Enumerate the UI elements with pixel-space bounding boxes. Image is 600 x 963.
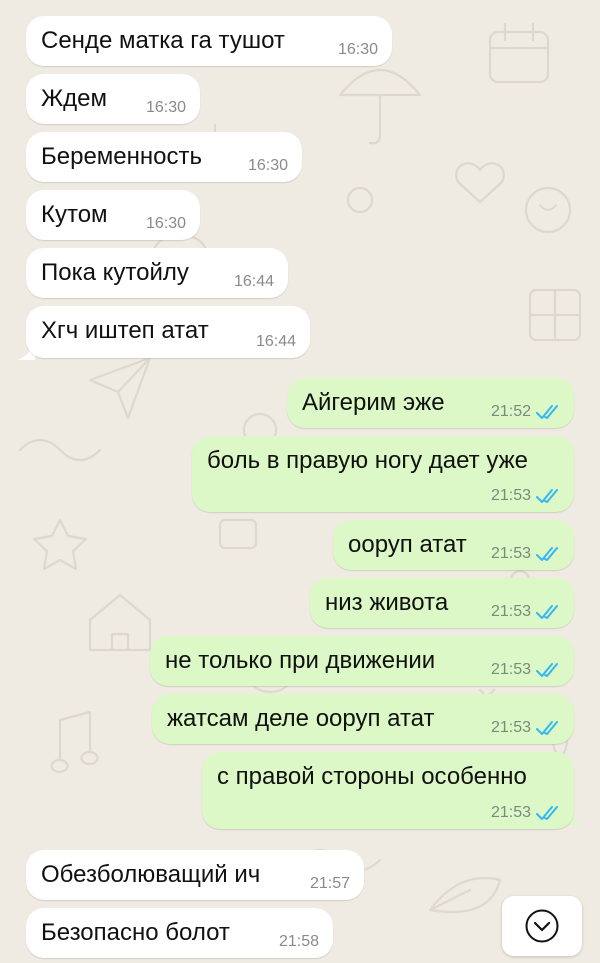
message-time: 16:30 <box>338 41 378 59</box>
message-text: Обезболюващий ич <box>41 861 261 888</box>
message-timestamp: 21:53 <box>490 661 531 678</box>
message-bubble-incoming[interactable]: Беременность 16:30 <box>26 132 302 182</box>
message-time: 16:30 <box>146 99 186 117</box>
message-time: 16:44 <box>256 333 296 351</box>
chevron-down-icon <box>525 909 559 943</box>
message-text: Безопасно болот <box>41 919 230 946</box>
read-receipt-icon <box>536 605 558 619</box>
message-bubble-outgoing[interactable]: не только при движении 21:53 <box>150 636 574 686</box>
read-receipt-icon <box>536 721 558 735</box>
message-timestamp: 21:53 <box>490 603 531 620</box>
message-text: Пока кутойлу <box>41 259 189 286</box>
message-bubble-incoming[interactable]: Кутом 16:30 <box>26 190 200 240</box>
message-bubble-incoming[interactable]: Обезболюващий ич 21:57 <box>26 850 364 900</box>
message-time: 21:53 <box>491 487 560 505</box>
message-bubble-incoming[interactable]: Ждем 16:30 <box>26 74 200 124</box>
chat-area: Сенде матка га тушот 16:30 Ждем 16:30 Бе… <box>0 0 600 963</box>
read-receipt-icon <box>536 806 558 820</box>
scroll-to-bottom-button[interactable] <box>502 896 582 956</box>
message-bubble-outgoing[interactable]: Айгерим эже 21:52 <box>287 378 574 428</box>
message-bubble-outgoing[interactable]: с правой стороны особенно 21:53 <box>202 752 574 829</box>
message-time: 21:53 <box>491 661 560 679</box>
message-bubble-outgoing[interactable]: боль в правую ногу дает уже 21:53 <box>192 436 574 512</box>
message-timestamp: 21:53 <box>490 804 531 821</box>
message-timestamp: 21:53 <box>490 719 531 736</box>
message-bubble-outgoing[interactable]: ооруп атат 21:53 <box>333 520 574 570</box>
message-time: 16:30 <box>146 215 186 233</box>
message-bubble-incoming[interactable]: Сенде матка га тушот 16:30 <box>26 16 392 66</box>
message-bubble-outgoing[interactable]: низ живота 21:53 <box>310 578 574 628</box>
message-bubble-incoming[interactable]: Безопасно болот 21:58 <box>26 908 333 958</box>
message-time: 21:58 <box>279 933 319 951</box>
message-text: с правой стороны особенно <box>217 763 527 790</box>
read-receipt-icon <box>536 547 558 561</box>
message-time: 16:30 <box>248 157 288 175</box>
message-timestamp: 21:52 <box>490 403 531 420</box>
read-receipt-icon <box>536 405 558 419</box>
read-receipt-icon <box>536 663 558 677</box>
message-text: Ждем <box>41 85 108 112</box>
message-text: не только при движении <box>165 647 436 674</box>
message-time: 21:53 <box>491 603 560 621</box>
message-timestamp: 16:30 <box>337 41 378 58</box>
message-timestamp: 16:44 <box>255 333 296 350</box>
message-text: боль в правую ногу дает уже <box>207 447 528 474</box>
message-text: Беременность <box>41 143 202 170</box>
message-text: низ живота <box>325 589 449 616</box>
message-timestamp: 16:44 <box>233 273 274 290</box>
message-bubble-incoming[interactable]: Пока кутойлу 16:44 <box>26 248 288 298</box>
message-text: Сенде матка га тушот <box>41 27 285 54</box>
message-time: 21:53 <box>491 719 560 737</box>
message-timestamp: 21:53 <box>490 545 531 562</box>
message-timestamp: 21:57 <box>309 875 350 892</box>
message-time: 21:52 <box>491 403 560 421</box>
message-time: 21:53 <box>491 545 560 563</box>
message-text: Кутом <box>41 201 108 228</box>
message-text: Хгч иштеп атат <box>41 317 209 344</box>
message-text: ооруп атат <box>348 531 467 558</box>
message-timestamp: 21:58 <box>278 933 319 950</box>
message-timestamp: 16:30 <box>145 215 186 232</box>
message-time: 16:44 <box>234 273 274 291</box>
message-timestamp: 16:30 <box>145 99 186 116</box>
message-text: Айгерим эже <box>302 389 445 416</box>
message-bubble-incoming[interactable]: Хгч иштеп атат 16:44 <box>26 306 310 358</box>
message-time: 21:53 <box>491 804 560 822</box>
message-text: жатсам деле ооруп атат <box>167 705 435 732</box>
message-time: 21:57 <box>310 875 350 893</box>
message-timestamp: 16:30 <box>247 157 288 174</box>
message-timestamp: 21:53 <box>490 487 531 504</box>
read-receipt-icon <box>536 489 558 503</box>
message-bubble-outgoing[interactable]: жатсам деле ооруп атат 21:53 <box>152 694 574 744</box>
